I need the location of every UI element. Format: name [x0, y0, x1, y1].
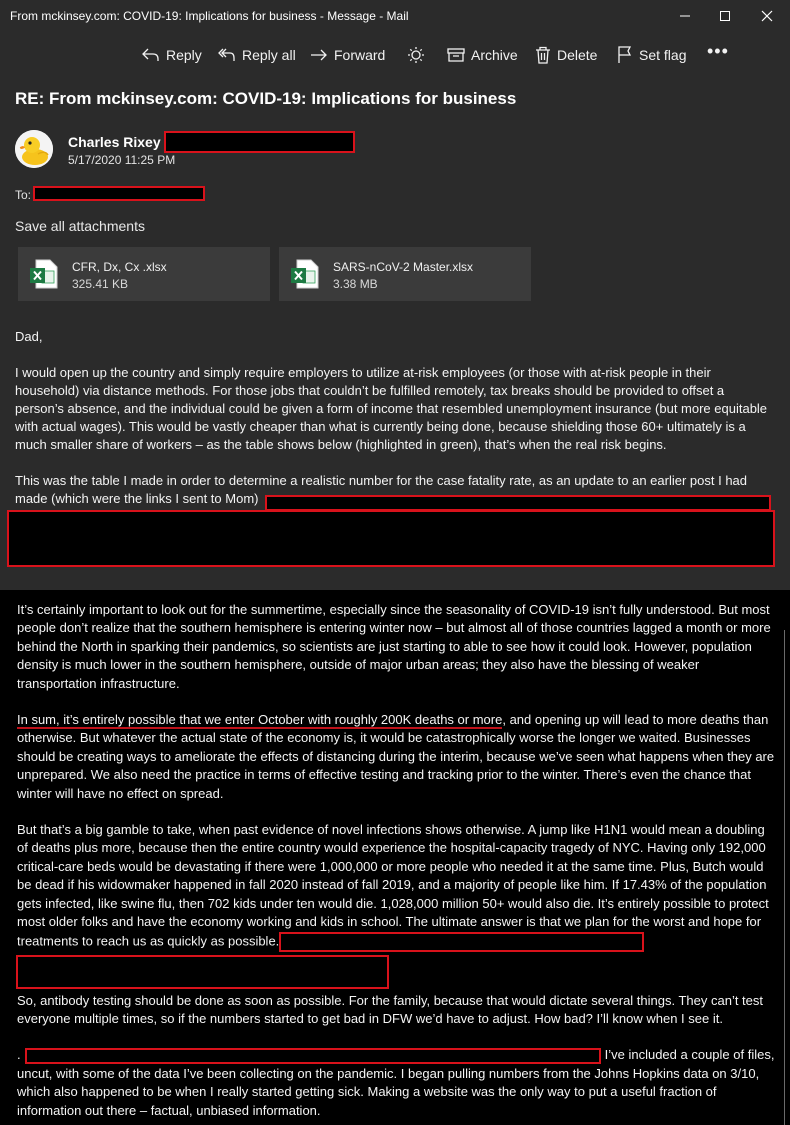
title-bar: From mckinsey.com: COVID-19: Implication… — [0, 0, 790, 32]
document-text-section: It’s certainly important to look out for… — [0, 590, 790, 1125]
window-title: From mckinsey.com: COVID-19: Implication… — [10, 9, 409, 23]
body-paragraph: . I’ve included a couple of files, uncut,… — [17, 1046, 779, 1120]
message-subject: RE: From mckinsey.com: COVID-19: Implica… — [15, 89, 517, 108]
attachment-card[interactable]: CFR, Dx, Cx .xlsx 325.41 KB — [18, 247, 270, 301]
body-paragraph: But that’s a big gamble to take, when pa… — [17, 821, 779, 952]
minimize-button[interactable] — [670, 4, 700, 28]
document-body: It’s certainly important to look out for… — [17, 601, 779, 1125]
attachment-name: CFR, Dx, Cx .xlsx — [72, 260, 167, 274]
redacted-text — [279, 931, 645, 952]
message-toolbar: Reply Reply all Forward Archive Delete S… — [0, 38, 790, 72]
underlined-sentence: In sum, it’s entirely possible that we e… — [17, 712, 503, 730]
redacted-link — [265, 495, 771, 511]
archive-button[interactable]: Archive — [447, 44, 518, 66]
forward-button[interactable]: Forward — [310, 44, 385, 66]
reply-all-button[interactable]: Reply all — [218, 44, 296, 66]
reply-label: Reply — [166, 47, 202, 63]
body-paragraph: I would open up the country and simply r… — [15, 365, 768, 452]
redacted-sender-email — [164, 131, 355, 153]
trash-icon — [536, 46, 550, 64]
delete-label: Delete — [557, 47, 598, 63]
to-label: To: — [15, 188, 32, 202]
more-options-button[interactable]: ••• — [707, 40, 729, 62]
toggle-theme-button[interactable] — [407, 44, 431, 66]
message-date: 5/17/2020 11:25 PM — [68, 153, 176, 167]
minimize-icon — [680, 15, 690, 17]
excel-file-icon — [291, 259, 319, 289]
close-button[interactable] — [752, 4, 782, 28]
sun-icon — [408, 47, 424, 63]
attachment-card[interactable]: SARS-nCoV-2 Master.xlsx 3.38 MB — [279, 247, 531, 301]
flag-icon — [618, 46, 632, 63]
sender-name: Charles Rixey — [68, 134, 161, 150]
redacted-block — [7, 510, 775, 567]
reply-button[interactable]: Reply — [142, 44, 202, 66]
attachment-size: 325.41 KB — [72, 277, 129, 291]
redacted-block — [16, 955, 389, 989]
save-all-attachments-link[interactable]: Save all attachments — [15, 218, 145, 234]
rubber-duck-icon — [15, 130, 53, 168]
delete-button[interactable]: Delete — [535, 44, 597, 66]
set-flag-label: Set flag — [639, 47, 687, 63]
excel-file-icon — [30, 259, 58, 289]
forward-label: Forward — [334, 47, 386, 63]
forward-arrow-icon — [311, 49, 327, 61]
maximize-icon — [720, 11, 730, 21]
body-paragraph: It’s certainly important to look out for… — [17, 602, 771, 691]
mail-window: From mckinsey.com: COVID-19: Implication… — [0, 0, 790, 590]
paragraph-lead: . — [17, 1047, 21, 1063]
scrollbar-track[interactable] — [784, 630, 785, 1125]
redacted-recipient — [33, 186, 205, 201]
sender-avatar[interactable] — [15, 130, 53, 168]
reply-icon — [142, 48, 159, 61]
reply-all-icon — [218, 48, 235, 61]
greeting: Dad, — [15, 329, 43, 344]
body-paragraph: So, antibody testing should be done as s… — [17, 992, 764, 1026]
archive-label: Archive — [471, 47, 518, 63]
reply-all-label: Reply all — [242, 47, 296, 63]
maximize-button[interactable] — [710, 4, 740, 28]
set-flag-button[interactable]: Set flag — [617, 44, 686, 66]
close-icon — [761, 10, 773, 22]
attachment-size: 3.38 MB — [333, 277, 378, 291]
archive-icon — [447, 48, 465, 62]
paragraph-text: But that’s a big gamble to take, when pa… — [17, 822, 769, 948]
body-paragraph: In sum, it’s entirely possible that we e… — [17, 711, 779, 803]
redacted-text — [24, 1047, 601, 1064]
attachment-name: SARS-nCoV-2 Master.xlsx — [333, 260, 474, 274]
